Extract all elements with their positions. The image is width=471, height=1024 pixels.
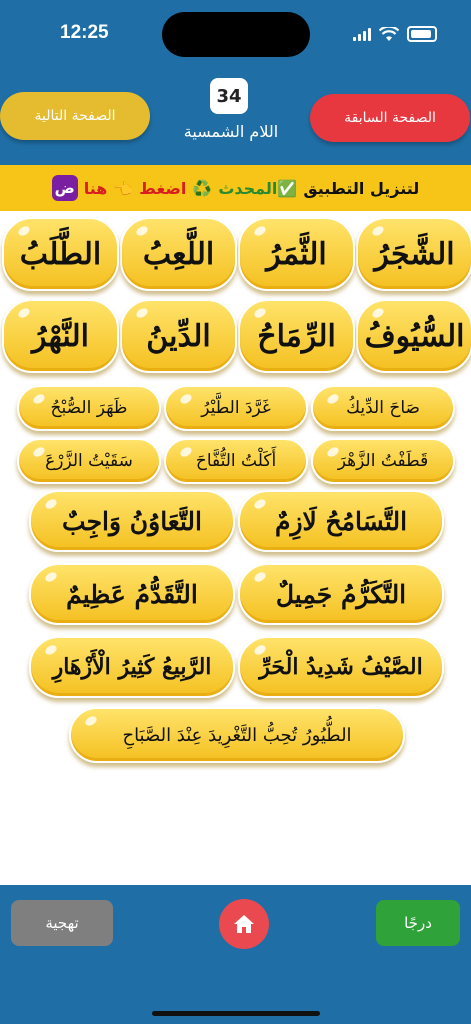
banner-text-here: هنا <box>83 178 108 198</box>
phrase-card[interactable]: قَطَفْتُ الزَّهْرَ <box>311 438 455 484</box>
word-card[interactable]: الطَّلَبُ <box>2 217 119 291</box>
word-card[interactable]: الرِّمَاحُ <box>238 299 355 373</box>
word-card[interactable]: الثَّمَرُ <box>238 217 355 291</box>
sentence-card[interactable]: التَّقَدُّمُ عَظِيمٌ <box>29 563 235 625</box>
status-icons <box>353 26 437 42</box>
banner-text-download: لتنزيل التطبيق <box>303 178 420 198</box>
word-card[interactable]: الشَّجَرُ <box>356 217 471 291</box>
sentence-card[interactable]: الطُّيُورُ تُحِبُّ التَّغْرِيدَ عِنْدَ ا… <box>69 707 405 763</box>
app-logo-icon: ض <box>51 175 78 201</box>
sentence-card[interactable]: التَّعَاوُنُ وَاجِبٌ <box>29 490 235 552</box>
word-card[interactable]: السُّيُوفُ <box>356 299 471 373</box>
next-page-button[interactable]: الصفحة التالية <box>0 92 150 140</box>
word-card[interactable]: الدِّينُ <box>120 299 237 373</box>
home-icon <box>234 915 254 933</box>
home-button[interactable] <box>219 899 269 949</box>
phrase-card[interactable]: ظَهَرَ الصُّبْحُ <box>17 385 161 431</box>
phrase-card[interactable]: صَاحَ الدِّيكُ <box>311 385 455 431</box>
previous-page-button[interactable]: الصفحة السابقة <box>310 94 470 142</box>
pointing-hand-icon: 👈 <box>113 178 134 198</box>
sentence-card[interactable]: التَّسَامُحُ لَازِمٌ <box>238 490 444 552</box>
phrase-card[interactable]: أَكَلْتُ التُّفَّاحَ <box>164 438 308 484</box>
status-time: 12:25 <box>60 22 109 43</box>
word-card[interactable]: النَّهْرُ <box>2 299 119 373</box>
spelling-button[interactable]: تهجية <box>11 900 113 946</box>
page-number-badge: 34 <box>210 78 248 114</box>
wifi-icon <box>379 26 399 41</box>
home-indicator <box>152 1011 320 1016</box>
sentence-card[interactable]: الرَّبِيعُ كَثِيرُ الْأَزْهَارِ <box>29 636 235 698</box>
battery-icon <box>407 26 437 42</box>
gradual-button[interactable]: درجًا <box>376 900 460 946</box>
word-card[interactable]: اللَّعِبُ <box>120 217 237 291</box>
phrase-card[interactable]: غَرَّدَ الطَّيْرُ <box>164 385 308 431</box>
banner-text-updated: ✅المحدث <box>218 178 298 198</box>
recycle-icon: ♻️ <box>192 178 213 198</box>
page-title: اللام الشمسية <box>183 122 279 141</box>
phrase-card[interactable]: سَقَيْتُ الزَّرْعَ <box>17 438 161 484</box>
sentence-card[interactable]: التَّكَرُّمُ جَمِيلٌ <box>238 563 444 625</box>
dynamic-island <box>162 12 310 57</box>
download-banner[interactable]: لتنزيل التطبيق ✅المحدث ♻️ اضغط 👈 هنا ض <box>0 165 471 211</box>
banner-text-press: اضغط <box>139 178 187 198</box>
sentence-card[interactable]: الصَّيْفُ شَدِيدُ الْحَرِّ <box>238 636 444 698</box>
signal-icon <box>353 27 371 41</box>
